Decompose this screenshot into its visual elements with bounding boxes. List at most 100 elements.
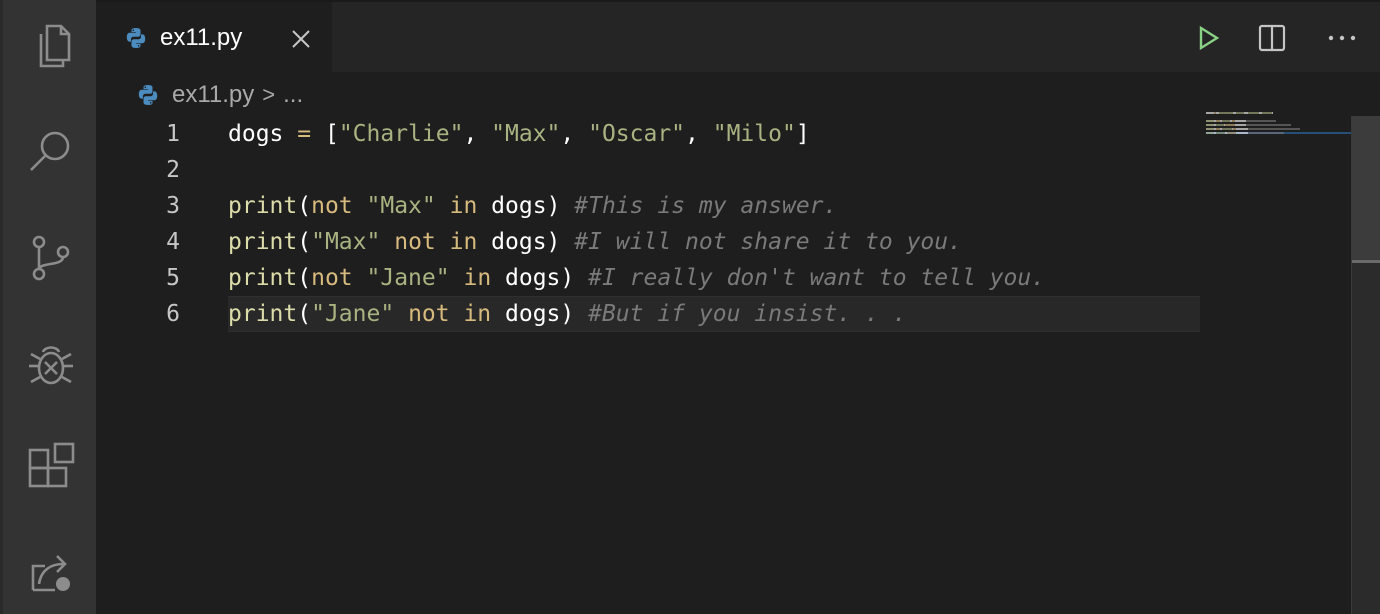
code-line[interactable]: 1 dogs = ["Charlie", "Max", "Oscar", "Mil…	[96, 116, 1206, 152]
files-icon	[39, 24, 71, 68]
minimap-token	[1206, 132, 1214, 134]
minimap-token	[1234, 124, 1246, 126]
minimap-token	[1226, 132, 1237, 134]
minimap-token	[1236, 112, 1245, 114]
breadcrumb-symbols[interactable]: ...	[283, 81, 303, 109]
code-token: dogs)	[491, 265, 589, 291]
minimap-token	[1206, 120, 1214, 122]
code-token: [	[311, 121, 339, 147]
minimap-line	[1206, 124, 1356, 126]
activity-explorer[interactable]	[3, 6, 99, 86]
python-icon	[138, 85, 158, 105]
code-token: (	[297, 193, 312, 219]
line-number: 3	[166, 193, 180, 219]
editor-group: ex11.py ex11.py > ... 1 dogs = ["Charlie…	[96, 0, 1380, 614]
minimap-token	[1225, 124, 1235, 126]
code-token: "Max"	[311, 229, 381, 255]
vscode-window: ex11.py ex11.py > ... 1 dogs = ["Charlie…	[0, 0, 1380, 614]
code-token: print	[228, 301, 298, 327]
code-line[interactable]: 3 print(not "Max" in dogs) #This is my an…	[96, 188, 1206, 224]
minimap-token	[1215, 132, 1226, 134]
code-token: not in	[408, 301, 492, 327]
tab-label: ex11.py	[160, 24, 243, 51]
code-token: dogs	[228, 121, 298, 147]
code-token: "Max"	[491, 121, 561, 147]
minimap-line	[1206, 132, 1356, 134]
extensions-icon	[28, 442, 75, 488]
code-token: "Jane"	[366, 265, 450, 291]
tab-ex11-py[interactable]: ex11.py	[96, 2, 332, 74]
minimap-line	[1206, 112, 1356, 114]
code-line[interactable]: 5 print(not "Jane" in dogs) #I really don…	[96, 260, 1206, 296]
code-token: #This is my answer.	[574, 193, 838, 219]
code-token: =	[297, 121, 312, 147]
code-token: not in	[394, 229, 478, 255]
more-actions-icon	[1328, 35, 1356, 41]
editor-actions	[1176, 2, 1380, 74]
minimap-line	[1206, 120, 1356, 122]
minimap-token	[1247, 132, 1285, 134]
breadcrumb: ex11.py > ...	[136, 78, 303, 112]
minimap-token	[1206, 112, 1214, 114]
line-content: print("Max" not in dogs) #I will not sha…	[228, 224, 962, 260]
minimap-token	[1247, 128, 1301, 130]
code-token: in	[463, 265, 492, 291]
minimap-token	[1215, 124, 1224, 126]
line-number: 6	[166, 301, 180, 327]
split-editor-button[interactable]	[1240, 2, 1304, 74]
minimap[interactable]	[1206, 112, 1356, 152]
line-content: print("Jane" not in dogs) #But if you in…	[228, 296, 907, 332]
code-line[interactable]: 4 print("Max" not in dogs) #I will not sh…	[96, 224, 1206, 260]
code-token: print	[228, 193, 298, 219]
debug-icon	[29, 346, 73, 385]
minimap-token	[1271, 112, 1274, 114]
activity-remote-explorer[interactable]	[3, 530, 99, 610]
code-token: #But if you insist. . .	[588, 301, 907, 327]
activity-source-control[interactable]	[3, 218, 99, 298]
line-number: 1	[166, 121, 180, 147]
scrollbar-thumb[interactable]	[1352, 116, 1380, 262]
minimap-token	[1236, 132, 1248, 134]
more-actions-button[interactable]	[1304, 2, 1380, 74]
minimap-token	[1218, 112, 1234, 114]
code-token: not	[311, 265, 353, 291]
minimap-token	[1221, 120, 1230, 122]
code-token: not	[311, 193, 353, 219]
code-token: "Milo"	[712, 121, 796, 147]
code-editor[interactable]: 1 dogs = ["Charlie", "Max", "Oscar", "Mil…	[96, 116, 1206, 332]
line-content: print(not "Max" in dogs) #This is my ans…	[228, 188, 837, 224]
minimap-line	[1206, 116, 1356, 118]
activity-search[interactable]	[3, 112, 99, 192]
code-token: dogs)	[477, 193, 575, 219]
code-token: ,	[560, 121, 589, 147]
activity-run-debug[interactable]	[3, 324, 99, 404]
minimap-token	[1221, 128, 1232, 130]
search-icon	[30, 131, 70, 171]
code-token: #I really don't want to tell you.	[588, 265, 1046, 291]
line-number: 5	[166, 265, 180, 291]
code-token: ,	[463, 121, 492, 147]
python-icon	[126, 28, 146, 48]
minimap-token	[1206, 124, 1214, 126]
line-content: print(not "Jane" in dogs) #I really don'…	[228, 260, 1045, 296]
code-token: "Max"	[366, 193, 436, 219]
code-line[interactable]: 2	[96, 152, 1206, 188]
code-line[interactable]: 6 print("Jane" not in dogs) #But if you i…	[96, 296, 1206, 332]
minimap-line	[1206, 128, 1356, 130]
vertical-scrollbar[interactable]	[1351, 116, 1380, 614]
close-icon[interactable]	[290, 28, 312, 50]
minimap-token	[1245, 124, 1291, 126]
minimap-token	[1234, 120, 1246, 122]
line-content: dogs = ["Charlie", "Max", "Oscar", "Milo…	[228, 116, 810, 152]
activity-extensions[interactable]	[3, 428, 99, 508]
line-number: 4	[166, 229, 180, 255]
breadcrumb-file[interactable]: ex11.py	[172, 81, 254, 109]
scrollbar-cursor-marker	[1352, 260, 1380, 263]
run-button[interactable]	[1176, 2, 1240, 74]
run-icon	[1199, 25, 1220, 51]
code-token: ,	[685, 121, 713, 147]
code-token: (	[297, 229, 312, 255]
